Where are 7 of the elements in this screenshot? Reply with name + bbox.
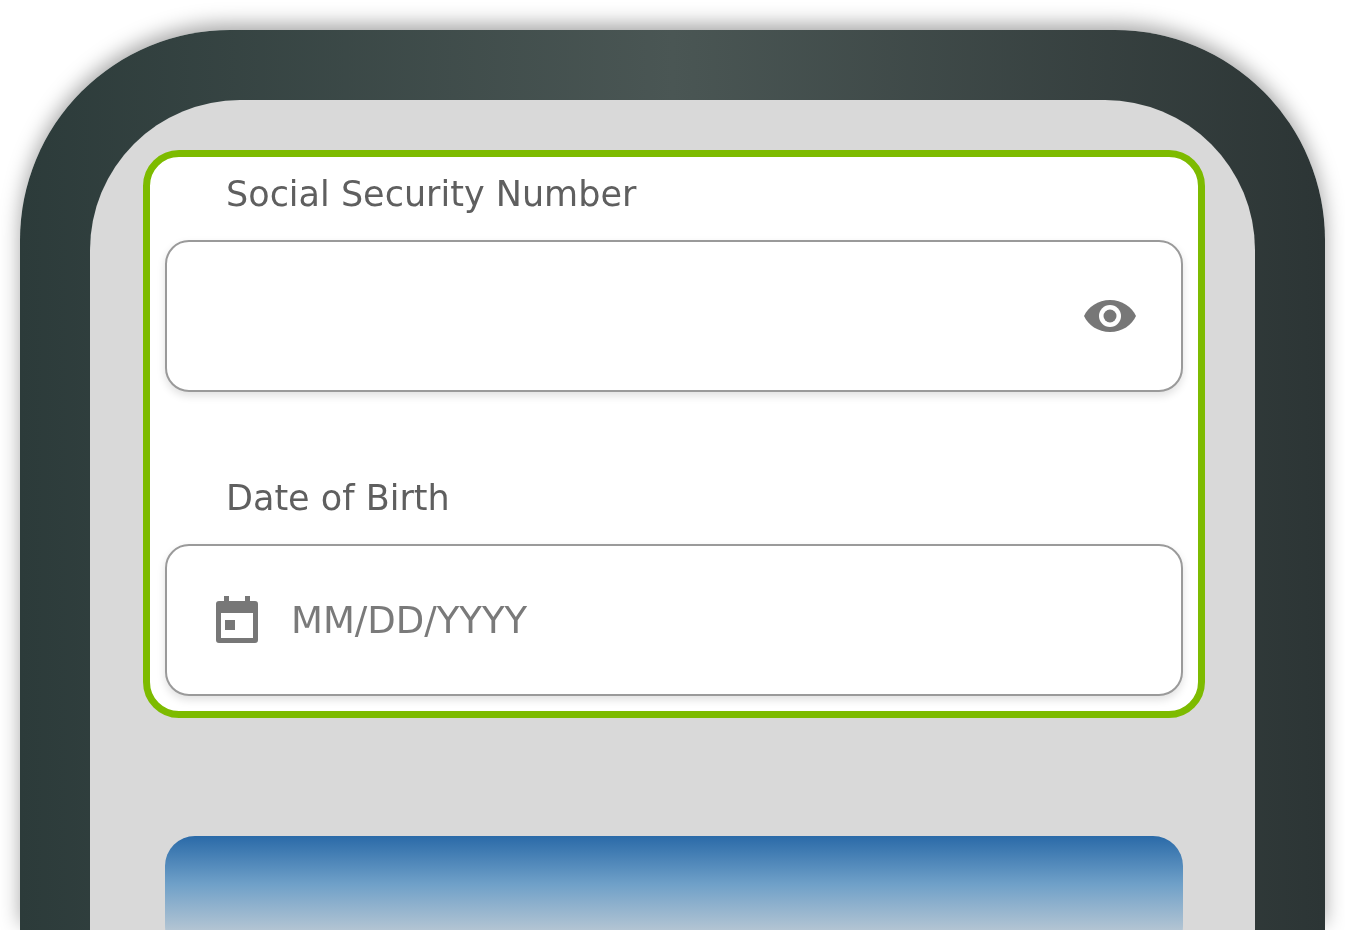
action-button[interactable] (165, 836, 1183, 930)
field-label: Date of Birth (226, 477, 451, 520)
field-label: Social Security Number (226, 173, 638, 216)
eye-icon[interactable] (1083, 298, 1137, 334)
calendar-icon[interactable] (215, 596, 259, 644)
input-field[interactable]: MM/DD/YYYY (291, 598, 1137, 642)
password-field[interactable] (165, 240, 1183, 392)
